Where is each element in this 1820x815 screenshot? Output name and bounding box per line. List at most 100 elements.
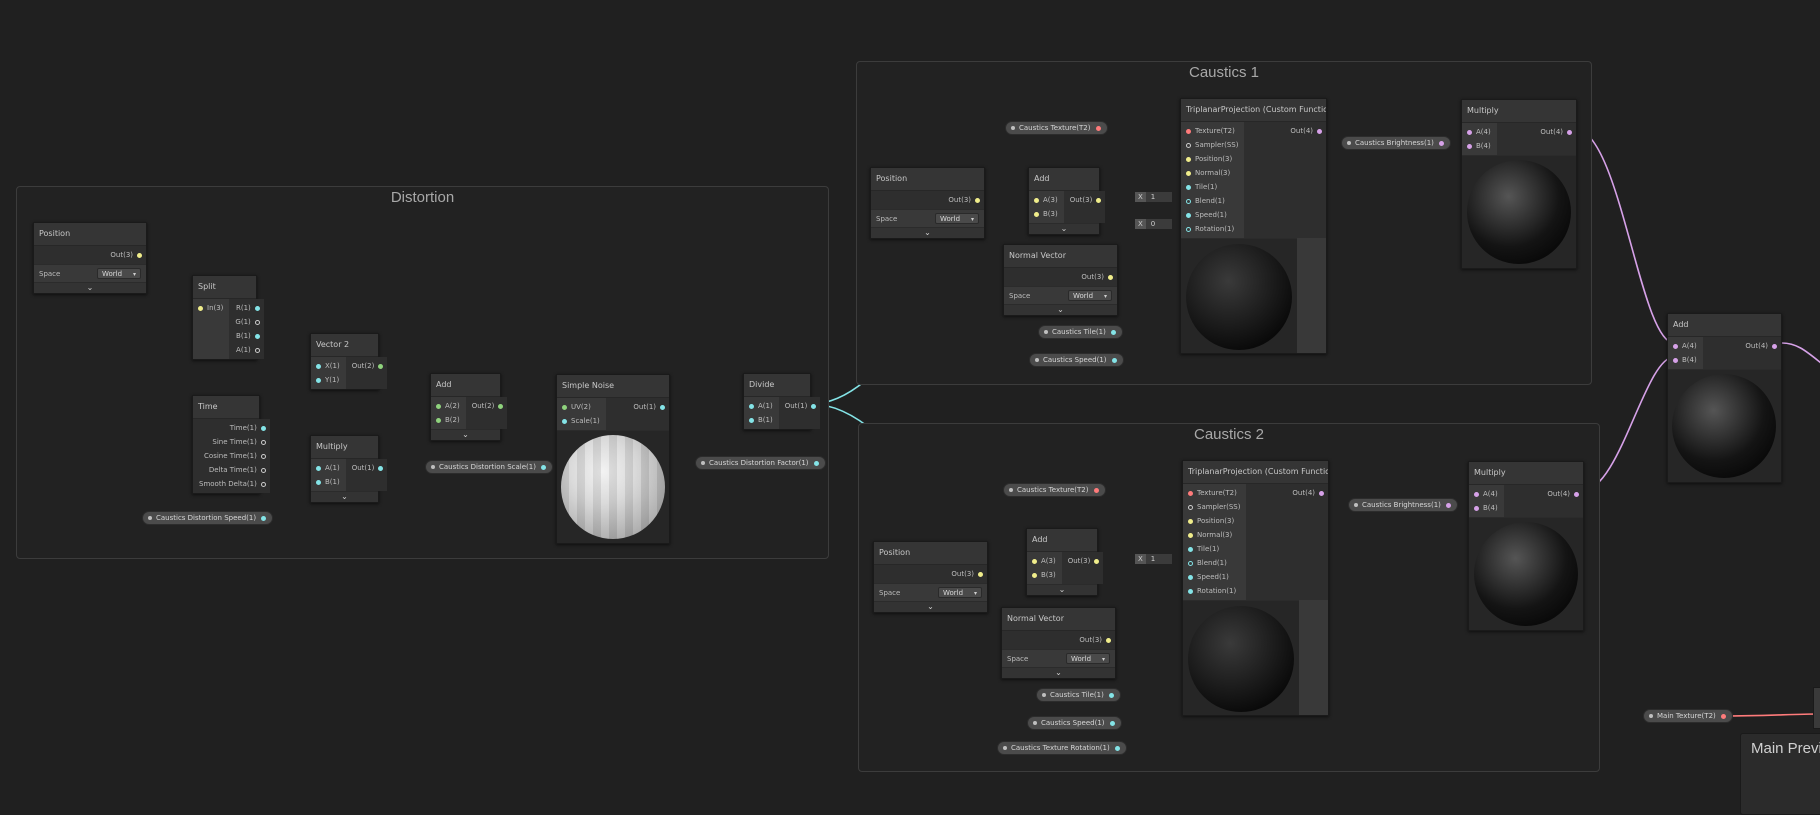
input-port[interactable]: Blend(1): [1181, 194, 1244, 208]
input-port[interactable]: B(3): [1029, 207, 1064, 221]
node-triplanar-projection[interactable]: TriplanarProjection (Custom Function) Te…: [1182, 460, 1329, 716]
property-caustics-brightness[interactable]: Caustics Brightness(1): [1348, 498, 1458, 512]
output-port[interactable]: Out(4): [1246, 486, 1328, 500]
collapse-chevron-icon[interactable]: ⌄: [311, 491, 378, 502]
input-port[interactable]: Texture(T2): [1183, 486, 1246, 500]
output-port[interactable]: A(1): [229, 343, 263, 357]
output-port[interactable]: G(1): [229, 315, 263, 329]
output-port[interactable]: Out(3): [1002, 633, 1115, 647]
output-port[interactable]: Out(1): [779, 399, 821, 413]
property-caustics-distortion-scale[interactable]: Caustics Distortion Scale(1): [425, 460, 553, 474]
output-port[interactable]: Out(4): [1703, 339, 1781, 353]
property-caustics-texture-rotation[interactable]: Caustics Texture Rotation(1): [997, 741, 1127, 755]
output-port[interactable]: Out(1): [346, 461, 388, 475]
output-port[interactable]: Out(3): [1062, 554, 1104, 568]
output-port[interactable]: Out(4): [1504, 487, 1583, 501]
output-port[interactable]: Out(4): [1244, 124, 1326, 138]
input-port[interactable]: A(4): [1668, 339, 1703, 353]
collapse-chevron-icon[interactable]: ⌄: [34, 282, 146, 293]
node-position[interactable]: Position Out(3) Space World ▾ ⌄: [873, 541, 988, 613]
property-caustics-speed[interactable]: Caustics Speed(1): [1029, 353, 1124, 367]
property-caustics-texture[interactable]: Caustics Texture(T2): [1005, 121, 1108, 135]
collapse-chevron-icon[interactable]: ⌄: [1027, 584, 1097, 595]
node-normal-vector[interactable]: Normal Vector Out(3) Space World ▾ ⌄: [1001, 607, 1116, 679]
node-vector2[interactable]: Vector 2 X(1) Y(1) Out(2): [310, 333, 388, 390]
collapse-chevron-icon[interactable]: ⌄: [1002, 667, 1115, 678]
node-position[interactable]: Position Out(3) Space World ▾ ⌄: [33, 222, 147, 294]
output-port[interactable]: R(1): [229, 301, 263, 315]
input-port[interactable]: B(3): [1027, 568, 1062, 582]
input-port[interactable]: Rotation(1): [1181, 222, 1244, 236]
partial-node[interactable]: [1813, 687, 1820, 729]
input-port[interactable]: Tile(1): [1183, 542, 1246, 556]
node-split[interactable]: Split In(3) R(1) G(1) B(1) A(1): [192, 275, 264, 360]
input-port[interactable]: B(4): [1462, 139, 1497, 153]
input-port[interactable]: A(3): [1029, 193, 1064, 207]
input-port[interactable]: A(1): [744, 399, 779, 413]
space-dropdown[interactable]: World ▾: [1066, 653, 1110, 664]
output-port[interactable]: B(1): [229, 329, 263, 343]
property-caustics-distortion-speed[interactable]: Caustics Distortion Speed(1): [142, 511, 274, 525]
output-port[interactable]: Delta Time(1): [193, 463, 270, 477]
space-dropdown[interactable]: World ▾: [938, 587, 982, 598]
collapse-chevron-icon[interactable]: ⌄: [871, 227, 984, 238]
node-multiply[interactable]: Multiply A(4) B(4) Out(4): [1461, 99, 1577, 269]
output-port[interactable]: Out(3): [1064, 193, 1106, 207]
node-divide[interactable]: Divide A(1) B(1) Out(1): [743, 373, 821, 430]
property-caustics-tile[interactable]: Caustics Tile(1): [1036, 688, 1121, 702]
input-port[interactable]: Sampler(SS): [1181, 138, 1244, 152]
input-port[interactable]: A(4): [1462, 125, 1497, 139]
node-position[interactable]: Position Out(3) Space World ▾ ⌄: [870, 167, 985, 239]
node-normal-vector[interactable]: Normal Vector Out(3) Space World ▾ ⌄: [1003, 244, 1118, 316]
node-add[interactable]: Add A(2) B(2) Out(2) ⌄: [430, 373, 508, 441]
output-port[interactable]: Out(1): [606, 400, 669, 414]
property-caustics-distortion-factor[interactable]: Caustics Distortion Factor(1): [695, 456, 826, 470]
output-port[interactable]: Sine Time(1): [193, 435, 270, 449]
input-port[interactable]: Scale(1): [557, 414, 606, 428]
input-port[interactable]: UV(2): [557, 400, 606, 414]
collapse-chevron-icon[interactable]: ⌄: [1004, 304, 1117, 315]
input-port[interactable]: Position(3): [1183, 514, 1246, 528]
property-caustics-texture[interactable]: Caustics Texture(T2): [1003, 483, 1106, 497]
input-port[interactable]: A(3): [1027, 554, 1062, 568]
input-port[interactable]: Blend(1): [1183, 556, 1246, 570]
output-port[interactable]: Out(3): [34, 248, 146, 262]
collapse-chevron-icon[interactable]: ⌄: [431, 429, 500, 440]
input-port[interactable]: Texture(T2): [1181, 124, 1244, 138]
input-port[interactable]: B(2): [431, 413, 466, 427]
input-port[interactable]: Rotation(1): [1183, 584, 1246, 598]
input-port[interactable]: B(4): [1668, 353, 1703, 367]
node-time[interactable]: Time Time(1) Sine Time(1) Cosine Time(1)…: [192, 395, 270, 494]
main-preview-window[interactable]: Main Preview: [1740, 733, 1820, 815]
blend-input-field[interactable]: X1: [1134, 553, 1173, 565]
input-port[interactable]: Sampler(SS): [1183, 500, 1246, 514]
node-simple-noise[interactable]: Simple Noise UV(2) Scale(1) Out(1): [556, 374, 670, 544]
space-dropdown[interactable]: World ▾: [1068, 290, 1112, 301]
output-port[interactable]: Smooth Delta(1): [193, 477, 270, 491]
input-port[interactable]: Tile(1): [1181, 180, 1244, 194]
collapse-chevron-icon[interactable]: ⌄: [1029, 223, 1099, 234]
output-port[interactable]: Out(3): [871, 193, 984, 207]
output-port[interactable]: Time(1): [193, 421, 270, 435]
input-port[interactable]: Position(3): [1181, 152, 1244, 166]
property-main-texture[interactable]: Main Texture(T2): [1643, 709, 1733, 723]
input-port[interactable]: B(1): [311, 475, 346, 489]
output-port[interactable]: Out(3): [874, 567, 987, 581]
input-port[interactable]: In(3): [193, 301, 229, 315]
output-port[interactable]: Out(4): [1497, 125, 1576, 139]
input-port[interactable]: Speed(1): [1183, 570, 1246, 584]
property-caustics-speed[interactable]: Caustics Speed(1): [1027, 716, 1122, 730]
node-add[interactable]: Add A(4) B(4) Out(4): [1667, 313, 1782, 483]
input-port[interactable]: Normal(3): [1181, 166, 1244, 180]
input-port[interactable]: B(1): [744, 413, 779, 427]
input-port[interactable]: Normal(3): [1183, 528, 1246, 542]
input-port[interactable]: X(1): [311, 359, 346, 373]
node-add[interactable]: Add A(3) B(3) Out(3) ⌄: [1026, 528, 1104, 596]
input-port[interactable]: A(4): [1469, 487, 1504, 501]
collapse-chevron-icon[interactable]: ⌄: [874, 601, 987, 612]
output-port[interactable]: Out(2): [346, 359, 388, 373]
node-triplanar-projection[interactable]: TriplanarProjection (Custom Function) Te…: [1180, 98, 1327, 354]
node-multiply[interactable]: Multiply A(4) B(4) Out(4): [1468, 461, 1584, 631]
output-port[interactable]: Cosine Time(1): [193, 449, 270, 463]
node-add[interactable]: Add A(3) B(3) Out(3) ⌄: [1028, 167, 1106, 235]
